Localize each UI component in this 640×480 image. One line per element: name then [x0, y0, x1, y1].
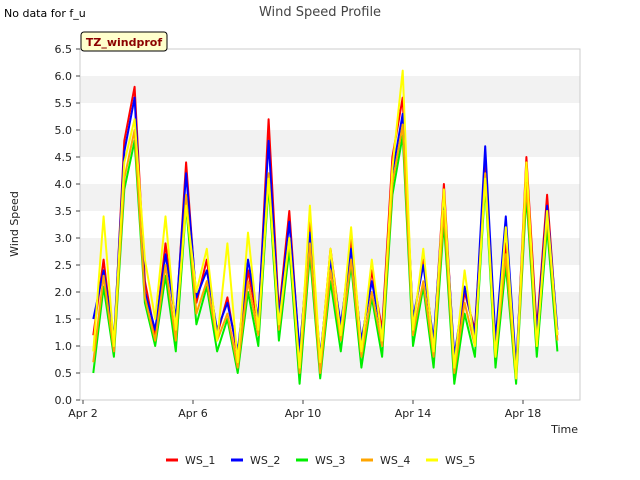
- site-label: TZ_windprof: [86, 36, 162, 49]
- legend-item-ws_4: WS_4: [361, 454, 410, 467]
- legend-item-ws_1: WS_1: [166, 454, 215, 467]
- y-tick-label: 6.0: [55, 70, 73, 83]
- y-tick-label: 6.5: [55, 43, 73, 56]
- x-tick-label: Apr 10: [285, 407, 322, 420]
- y-tick-label: 4.5: [55, 151, 73, 164]
- y-tick-label: 2.5: [55, 259, 73, 272]
- legend-label: WS_4: [380, 454, 410, 467]
- legend-label: WS_3: [315, 454, 345, 467]
- grid-band: [80, 157, 580, 184]
- x-tick-label: Apr 2: [68, 407, 98, 420]
- grid-band: [80, 76, 580, 103]
- grid-band: [80, 373, 580, 400]
- legend: WS_1 WS_2 WS_3 WS_4 WS_5: [166, 454, 475, 467]
- legend-item-ws_5: WS_5: [426, 454, 475, 467]
- legend-item-ws_2: WS_2: [231, 454, 280, 467]
- legend-label: WS_5: [445, 454, 475, 467]
- y-tick-label: 3.0: [55, 232, 73, 245]
- y-tick-label: 4.0: [55, 178, 73, 191]
- x-tick-label: Apr 6: [178, 407, 208, 420]
- x-axis: Apr 2 Apr 6 Apr 10 Apr 14 Apr 18: [68, 400, 541, 420]
- grid-band: [80, 103, 580, 130]
- x-tick-label: Apr 14: [395, 407, 432, 420]
- grid-band: [80, 130, 580, 157]
- y-tick-label: 5.5: [55, 97, 73, 110]
- x-tick-label: Apr 18: [505, 407, 542, 420]
- grid-band: [80, 346, 580, 373]
- y-tick-label: 2.0: [55, 286, 73, 299]
- y-tick-label: 3.5: [55, 205, 73, 218]
- grid-band: [80, 49, 580, 76]
- legend-label: WS_1: [185, 454, 215, 467]
- y-tick-label: 0.0: [55, 394, 73, 407]
- y-axis: 0.0 0.5 1.0 1.5 2.0 2.5 3.0 3.5 4.0 4.5 5.0 5.5 6.0 6…: [55, 43, 80, 407]
- site-label-box: TZ_windprof: [80, 31, 168, 52]
- grid-band: [80, 184, 580, 211]
- x-axis-label: Time: [550, 423, 578, 436]
- y-tick-label: 1.5: [55, 313, 73, 326]
- y-tick-label: 0.5: [55, 367, 73, 380]
- y-tick-label: 1.0: [55, 340, 73, 353]
- y-tick-label: 5.0: [55, 124, 73, 137]
- legend-item-ws_3: WS_3: [296, 454, 345, 467]
- legend-label: WS_2: [250, 454, 280, 467]
- wind-speed-chart: Wind Speed Profile 0.0 0.5 1.0 1.5 2.0 2.5 3.0…: [8, 5, 581, 467]
- y-axis-label: Wind Speed: [8, 191, 21, 257]
- chart-title: Wind Speed Profile: [259, 5, 381, 20]
